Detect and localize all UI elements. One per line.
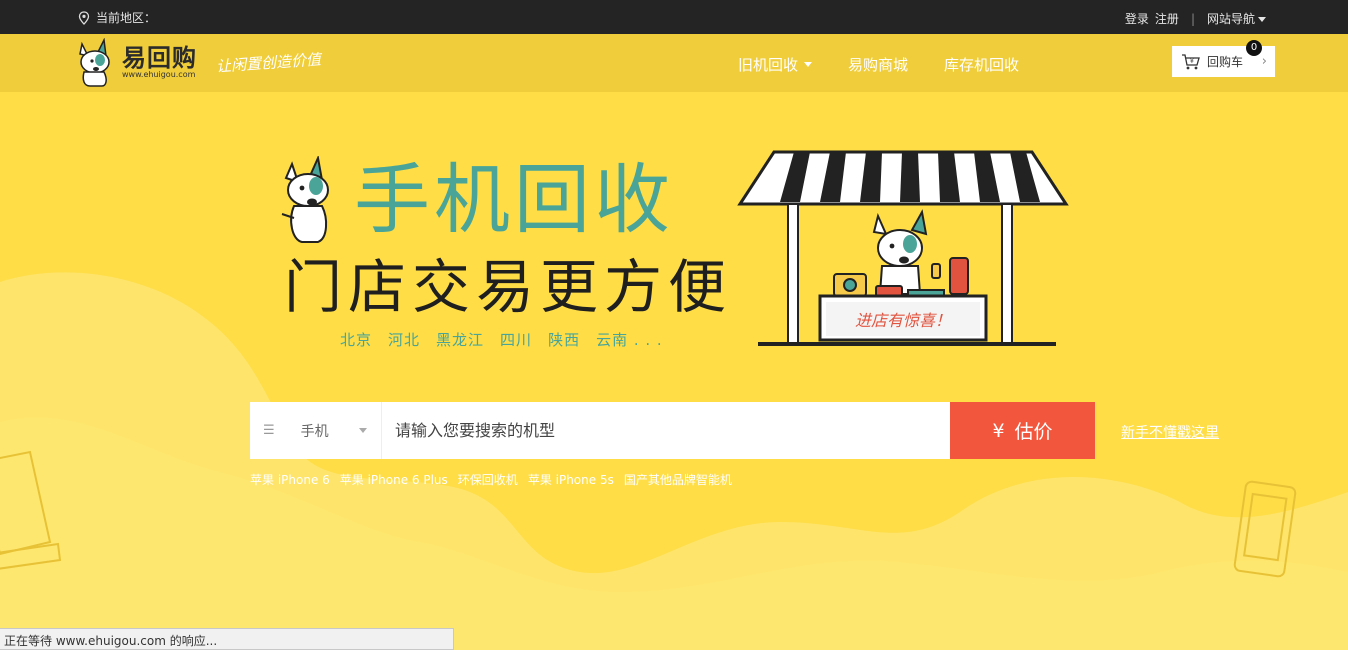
dog-mascot-illustration <box>281 156 329 243</box>
category-select[interactable]: ☰ 手机 <box>250 402 382 459</box>
hot-link[interactable]: 苹果 iPhone 5s <box>528 471 614 488</box>
site-nav-menu[interactable]: 网站导航 <box>1207 10 1266 27</box>
location-pin-icon <box>78 10 90 25</box>
region-label: 当前地区： <box>96 11 157 25</box>
user-links: 登录 注册 | 网站导航 <box>1125 10 1266 27</box>
logo[interactable]: 易回购 www.ehuigou.com <box>74 38 197 88</box>
estimate-button[interactable]: ¥ 估价 <box>950 402 1095 459</box>
login-link[interactable]: 登录 <box>1125 10 1149 27</box>
nav-item-inventory-recycle[interactable]: 库存机回收 <box>944 54 1019 75</box>
search-input[interactable] <box>382 402 950 459</box>
city-item[interactable]: 河北 <box>388 329 420 350</box>
header <box>0 34 1348 92</box>
cart-button[interactable]: ¥ 回购车 0 › <box>1172 40 1275 77</box>
cart-count-badge: 0 <box>1246 40 1262 56</box>
site-nav-label: 网站导航 <box>1206 12 1255 26</box>
browser-status-bar: 正在等待 www.ehuigou.com 的响应... <box>0 628 454 650</box>
cart-icon: ¥ <box>1182 53 1200 69</box>
cart-label: 回购车 <box>1207 55 1244 69</box>
list-icon: ☰ <box>263 423 275 438</box>
register-link[interactable]: 注册 <box>1155 10 1179 27</box>
city-item[interactable]: 北京 <box>340 329 372 350</box>
hot-link[interactable]: 环保回收机 <box>458 471 518 488</box>
dog-mascot-logo-icon <box>79 38 110 87</box>
chevron-down-icon <box>1258 17 1266 22</box>
hero-background <box>0 92 1348 650</box>
hot-link[interactable]: 苹果 iPhone 6 <box>250 471 330 488</box>
nav-item-old-phone-recycle[interactable]: 旧机回收 <box>738 54 813 75</box>
main-nav: 旧机回收 易购商城 库存机回收 <box>738 54 1019 75</box>
city-list: 北京 河北 黑龙江 四川 陕西 云南 . . . <box>340 329 663 350</box>
logo-url: www.ehuigou.com <box>122 70 196 79</box>
chevron-down-icon <box>804 62 813 67</box>
hot-search-links: 苹果 iPhone 6 苹果 iPhone 6 Plus 环保回收机 苹果 iP… <box>250 471 732 488</box>
yuan-icon: ¥ <box>992 419 1005 442</box>
nav-item-mall[interactable]: 易购商城 <box>848 54 908 75</box>
logo-name: 易回购 <box>122 44 197 72</box>
chevron-down-icon <box>359 428 367 433</box>
chevron-right-icon: › <box>1261 54 1267 69</box>
search-bar: ☰ 手机 ¥ 估价 <box>250 402 1095 459</box>
nav-item-label: 库存机回收 <box>944 56 1020 74</box>
hot-link[interactable]: 苹果 iPhone 6 Plus <box>340 471 448 488</box>
estimate-label: 估价 <box>1014 421 1053 443</box>
nav-item-label: 易购商城 <box>848 56 909 74</box>
hero-subtitle: 门店交易更方便 <box>284 253 733 321</box>
region-selector[interactable]: 当前地区： <box>78 9 156 26</box>
booth-sign: 进店有惊喜！ <box>855 311 951 330</box>
nav-item-label: 旧机回收 <box>738 56 799 74</box>
divider: | <box>1190 11 1195 26</box>
hot-link[interactable]: 国产其他品牌智能机 <box>624 471 732 488</box>
newbie-help-link[interactable]: 新手不懂戳这里 <box>1121 422 1219 442</box>
top-bar: 当前地区： 登录 注册 | 网站导航 <box>0 0 1348 34</box>
city-item[interactable]: 四川 <box>500 329 532 350</box>
svg-text:¥: ¥ <box>1190 58 1194 65</box>
cloud-decoration <box>0 272 1348 650</box>
city-item[interactable]: 陕西 <box>548 329 580 350</box>
city-item[interactable]: 云南 . . . <box>596 329 663 350</box>
store-booth-illustration: 进店有惊喜！ <box>737 150 1069 346</box>
city-item[interactable]: 黑龙江 <box>436 329 484 350</box>
hero-title: 手机回收 <box>354 155 674 244</box>
category-label: 手机 <box>300 423 329 440</box>
